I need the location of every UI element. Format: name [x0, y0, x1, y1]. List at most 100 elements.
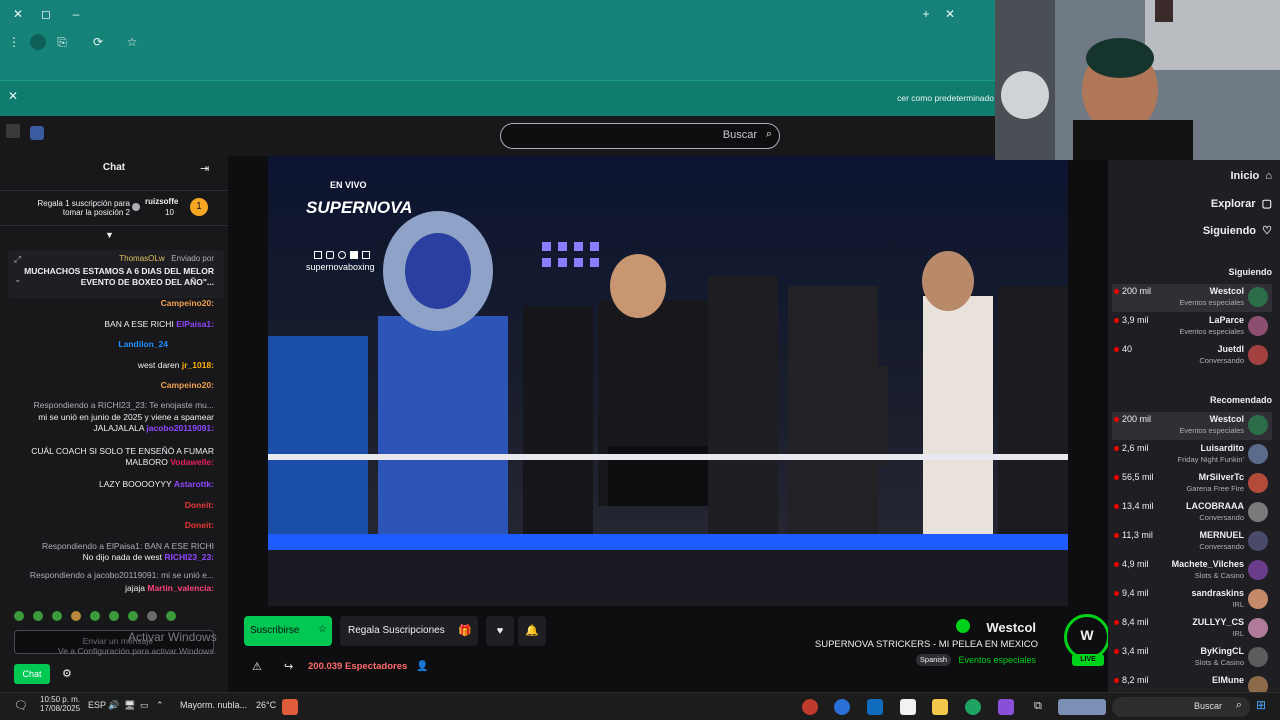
store-app-icon[interactable] — [900, 699, 916, 715]
channel-info: Suscribirse ☆ Regala Suscripciones 🎁 ♥ 🔔… — [228, 606, 1110, 692]
notifications-center-icon[interactable]: 🗨 — [14, 699, 28, 712]
sidebar-channel-luisardito[interactable]: Luisardito Friday Night Funkin' 2,6 mil — [1112, 441, 1272, 469]
windows-start-icon[interactable]: ⊞ — [1256, 698, 1266, 712]
channel-name[interactable]: Westcol — [986, 620, 1036, 635]
chat-username[interactable]: RICHI23_23: — [164, 552, 214, 562]
nav-inicio-label: Inicio — [1230, 170, 1260, 182]
info-icon — [132, 203, 140, 211]
gift-user[interactable]: ruizsoffe — [145, 197, 178, 206]
live-dot-icon — [1114, 678, 1119, 683]
chevron-down-icon[interactable]: ⌄ — [14, 274, 22, 285]
chat-username[interactable]: Campeino20: — [161, 380, 214, 390]
video-player[interactable]: EN VIVO SUPERNOVA supernovaboxing — [268, 156, 1068, 606]
sidebar-channel-lacobraaa[interactable]: LACOBRAAA Conversando 13,4 mil — [1112, 499, 1272, 527]
chrome-app-icon[interactable] — [834, 699, 850, 715]
edge-app-icon[interactable] — [965, 699, 981, 715]
extensions-icon[interactable]: ⎘ — [50, 28, 74, 56]
chat-message: No dijo nada de west RICHI23_23: — [4, 552, 214, 563]
tray-chevron-icon[interactable]: ⌃ — [156, 700, 164, 711]
taskbar-time: 10:50 p. m. — [40, 695, 81, 704]
sidebar-channel-sandraskins[interactable]: sandraskins IRL 9,4 mil — [1112, 586, 1272, 614]
notifications-bell-button[interactable]: 🔔 — [518, 616, 546, 646]
chat-settings-icon[interactable]: ⚙ — [62, 667, 72, 680]
stream-category[interactable]: Eventos especiales — [958, 655, 1036, 665]
new-tab-icon[interactable]: + — [914, 0, 938, 28]
report-icon[interactable]: ⚠ — [252, 660, 262, 673]
channel-viewers: 8,2 mil — [1122, 675, 1149, 685]
profile-icon[interactable] — [30, 34, 46, 50]
language-tag[interactable]: Spanish — [915, 654, 951, 666]
battery-icon[interactable]: ▭ — [140, 700, 149, 711]
sidebar-channel-laparce[interactable]: LaParce Eventos especiales 3,9 mil — [1112, 313, 1272, 341]
sidebar-channel-machete-vilches[interactable]: Machete_Vilches Slots & Casino 4,9 mil — [1112, 557, 1272, 585]
chat-username[interactable]: jr_1018: — [182, 360, 214, 370]
file-explorer-icon[interactable] — [932, 699, 948, 715]
bookmark-star-icon[interactable]: ☆ — [120, 28, 144, 56]
volume-icon[interactable]: 🔊 — [108, 700, 119, 711]
nav-inicio[interactable]: Inicio ⌂ — [1231, 170, 1273, 182]
scroll-down-icon[interactable]: ▼ — [105, 230, 114, 240]
chat-username[interactable]: jacobo20119091: — [146, 423, 214, 433]
follow-heart-button[interactable]: ♥ — [486, 616, 514, 646]
gift-icon: 🎁 — [458, 625, 472, 637]
notifications-icon[interactable] — [6, 124, 20, 138]
chat-text: jajaja — [125, 583, 145, 593]
unpin-icon[interactable]: ⤢ — [14, 254, 21, 265]
chat-username[interactable]: Vodawelle: — [170, 457, 214, 467]
collapse-chat-icon[interactable]: ⇥ — [200, 162, 209, 175]
sidebar-channel-bykingcl[interactable]: ByKingCL Slots & Casino 3,4 mil — [1112, 644, 1272, 672]
menu-dots-icon[interactable]: ⋮ — [2, 28, 26, 56]
viewer-count-text: 200.039 Espectadores — [308, 661, 408, 672]
weather-temp[interactable]: 26°C — [256, 700, 276, 710]
task-view-icon[interactable]: ⧉ — [1034, 700, 1042, 713]
following-list: Westcol Eventos especiales 200 mil LaParce E… — [1108, 284, 1280, 374]
taskbar-clock[interactable]: 10:50 p. m. 17/08/2025 — [40, 695, 80, 713]
chat-username[interactable]: Campeino20: — [161, 298, 214, 308]
weather-icon[interactable] — [282, 699, 298, 715]
network-icon[interactable]: 🖥 — [124, 700, 135, 711]
close-window-icon[interactable]: ✕ — [6, 0, 30, 28]
taskbar-search[interactable]: Buscar ⌕ — [1112, 697, 1250, 717]
overlay-brand: SUPERNOVA — [306, 198, 413, 217]
infobar-close-icon[interactable]: ✕ — [8, 89, 18, 103]
subscribe-button[interactable]: Suscribirse ☆ — [244, 616, 332, 646]
sidebar-channel-mrsilvertc[interactable]: MrSilverTc Garena Free Fire 56,5 mil — [1112, 470, 1272, 498]
sidebar-channel-zullyy-cs[interactable]: ZULLYY_CS IRL 8,4 mil — [1112, 615, 1272, 643]
channel-avatar — [1248, 618, 1268, 638]
emote-bar[interactable] — [14, 608, 214, 622]
reload-icon[interactable]: ⟳ — [86, 28, 110, 56]
channel-name: LACOBRAAA — [1186, 501, 1244, 511]
close-tab-icon[interactable]: ✕ — [938, 0, 962, 28]
chat-username[interactable]: Landilon_24 — [118, 339, 168, 349]
extension-icon[interactable] — [30, 126, 44, 140]
taskbar-language[interactable]: ESP — [88, 700, 106, 710]
maximize-window-icon[interactable]: ◻ — [34, 0, 58, 28]
chat-username[interactable]: Doneit: — [185, 500, 214, 510]
share-icon[interactable]: ↪ — [284, 660, 293, 673]
sidebar-channel-juetdl[interactable]: Juetdl Conversando 40 — [1112, 342, 1272, 370]
channel-avatar — [1248, 415, 1268, 435]
chat-username[interactable]: Doneit: — [185, 520, 214, 530]
pinned-sent-by: ThomasOLw Enviado por — [119, 254, 214, 263]
gift-subs-button[interactable]: Regala Suscripciones 🎁 — [340, 616, 478, 646]
minimize-window-icon[interactable]: – — [64, 0, 88, 28]
chat-username[interactable]: ElPaisa1: — [176, 319, 214, 329]
obs-app-icon[interactable] — [802, 699, 818, 715]
chat-username[interactable]: Astarottk: — [174, 479, 214, 489]
channel-avatar — [1248, 589, 1268, 609]
nav-siguiendo[interactable]: Siguiendo ♡ — [1203, 224, 1272, 237]
sidebar-channel-westcol[interactable]: Westcol Eventos especiales 200 mil — [1112, 412, 1272, 440]
app-icon[interactable] — [998, 699, 1014, 715]
nav-explorar[interactable]: Explorar ▢ — [1211, 197, 1272, 210]
chat-message: Doneit: — [4, 500, 214, 511]
outlook-app-icon[interactable] — [867, 699, 883, 715]
widgets-button[interactable] — [1058, 699, 1106, 715]
weather-text[interactable]: Mayorm. nubla... — [180, 700, 247, 710]
chat-username[interactable]: Martin_valencia: — [147, 583, 214, 593]
sidebar-channel-mernuel[interactable]: MERNUEL Conversando 11,3 mil — [1112, 528, 1272, 556]
activate-windows-title: Activar Windows — [128, 630, 217, 644]
sidebar-channel-westcol[interactable]: Westcol Eventos especiales 200 mil — [1112, 284, 1272, 312]
search-bar[interactable]: Buscar ⌕ — [500, 123, 780, 149]
live-dot-icon — [1114, 347, 1119, 352]
chat-send-button[interactable]: Chat — [14, 664, 50, 684]
